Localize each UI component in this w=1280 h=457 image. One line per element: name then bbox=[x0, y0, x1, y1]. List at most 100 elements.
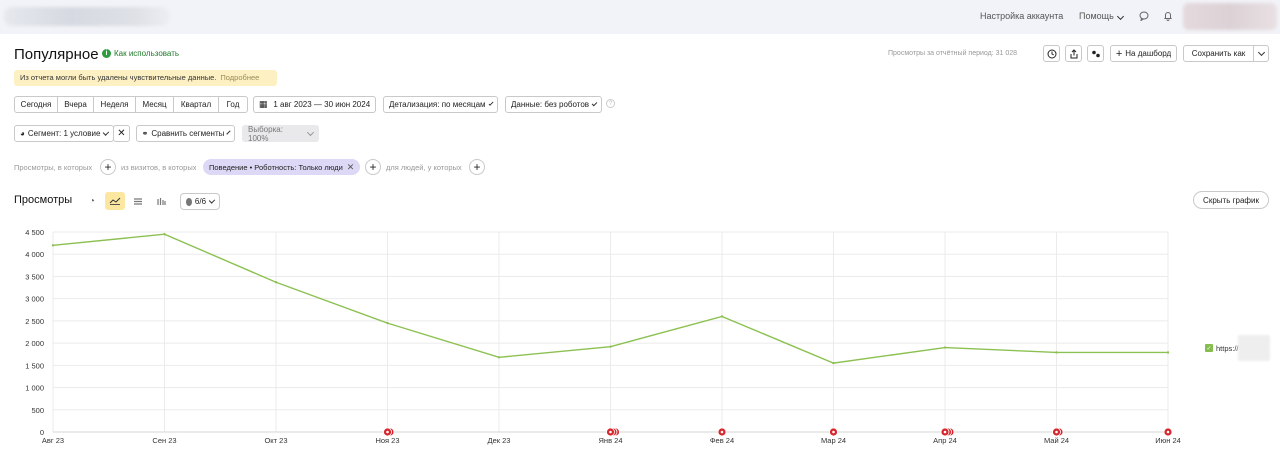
segment-dropdown[interactable]: ◕ Сегмент: 1 условие bbox=[14, 125, 114, 142]
chevron-down-icon bbox=[307, 128, 315, 136]
x-tick-label: Мар 24 bbox=[821, 436, 846, 445]
help-icon[interactable]: ? bbox=[606, 99, 615, 108]
segments-icon: ⚭ bbox=[141, 129, 149, 138]
share-icon bbox=[1070, 48, 1077, 58]
x-tick-label: Авг 23 bbox=[42, 436, 64, 445]
detail-label: Детализация: по месяцам bbox=[389, 100, 486, 109]
y-tick-label: 2 000 bbox=[25, 339, 44, 348]
sensitive-data-warning: Из отчета могли быть удалены чувствитель… bbox=[14, 70, 277, 86]
series-point bbox=[943, 346, 947, 349]
views-period-total: Просмотры за отчётный период: 31 028 bbox=[888, 50, 1018, 57]
how-to-use-link[interactable]: i Как использовать bbox=[102, 49, 179, 58]
to-dashboard-label: На дашборд bbox=[1125, 49, 1172, 58]
annotation-marker-dot bbox=[832, 430, 835, 434]
save-as-dropdown[interactable] bbox=[1253, 46, 1268, 61]
sample-label: Выборка: 100% bbox=[248, 124, 283, 143]
avatar[interactable] bbox=[1183, 3, 1277, 30]
x-tick-label: Фев 24 bbox=[710, 436, 734, 445]
data-mode-dropdown[interactable]: Данные: без роботов bbox=[505, 96, 602, 113]
segment-clear-button[interactable]: ✕ bbox=[113, 125, 130, 142]
add-views-filter-button[interactable]: + bbox=[100, 159, 116, 175]
series-point bbox=[1055, 351, 1058, 354]
date-range-label: 1 авг 2023 — 30 июн 2024 bbox=[273, 100, 371, 109]
period-week[interactable]: Неделя bbox=[94, 97, 136, 112]
metrics-icon bbox=[186, 197, 192, 206]
x-tick-label: Июн 24 bbox=[1155, 436, 1181, 445]
chevron-down-icon bbox=[226, 129, 231, 135]
clock-icon bbox=[1047, 49, 1056, 58]
metrics-selector[interactable]: 6/6 bbox=[180, 193, 220, 210]
period-today[interactable]: Сегодня bbox=[15, 97, 58, 112]
add-people-filter-button[interactable]: + bbox=[469, 159, 485, 175]
y-tick-label: 3 000 bbox=[25, 295, 44, 304]
page-title: Популярное bbox=[14, 46, 99, 63]
save-as-button[interactable]: Сохранить как bbox=[1183, 45, 1269, 62]
metrics-count: 6/6 bbox=[194, 197, 207, 206]
legend-checkbox[interactable]: ✓ bbox=[1205, 344, 1213, 352]
account-settings-link[interactable]: Настройка аккаунта bbox=[980, 11, 1063, 21]
series-point bbox=[832, 361, 835, 365]
plus-icon: + bbox=[1115, 47, 1123, 60]
annotation-marker-dot bbox=[1055, 430, 1058, 434]
y-tick-label: 3 500 bbox=[25, 272, 44, 281]
detail-dropdown[interactable]: Детализация: по месяцам bbox=[383, 96, 498, 113]
series-point bbox=[386, 321, 389, 325]
to-dashboard-button[interactable]: + На дашборд bbox=[1110, 45, 1177, 62]
robotness-filter-chip[interactable]: Поведение • Роботность: Только люди ✕ bbox=[203, 159, 361, 175]
info-icon: i bbox=[102, 49, 111, 58]
x-tick-label: Янв 24 bbox=[599, 436, 623, 445]
bell-icon[interactable] bbox=[1161, 9, 1175, 23]
chart-title: Просмотры bbox=[14, 194, 73, 206]
legend-series-label: https:// bbox=[1216, 343, 1239, 353]
x-tick-label: Апр 24 bbox=[933, 436, 957, 445]
warning-text: Из отчета могли быть удалены чувствитель… bbox=[20, 73, 217, 82]
period-quarter[interactable]: Квартал bbox=[174, 97, 219, 112]
period-selector: Сегодня Вчера Неделя Месяц Квартал Год bbox=[14, 96, 248, 113]
y-tick-label: 1 000 bbox=[25, 384, 44, 393]
sample-dropdown[interactable]: Выборка: 100% bbox=[242, 124, 319, 143]
y-tick-label: 4 000 bbox=[25, 250, 44, 259]
series-point bbox=[497, 356, 501, 359]
series-point bbox=[720, 315, 724, 318]
how-to-use-label: Как использовать bbox=[114, 49, 180, 58]
period-month[interactable]: Месяц bbox=[136, 97, 174, 112]
chevron-down-icon bbox=[1116, 12, 1124, 21]
area-chart-icon[interactable] bbox=[128, 192, 148, 210]
series-point bbox=[163, 233, 166, 236]
top-bar: Настройка аккаунта Помощь bbox=[0, 0, 1280, 34]
date-range-picker[interactable]: ▦ 1 авг 2023 — 30 июн 2024 bbox=[253, 96, 376, 113]
pie-chart-icon[interactable]: ◔ bbox=[82, 192, 102, 210]
annotation-marker-dot bbox=[1166, 430, 1170, 434]
x-tick-label: Ноя 23 bbox=[375, 436, 399, 445]
settings-button[interactable] bbox=[1087, 45, 1104, 62]
close-icon[interactable]: ✕ bbox=[347, 162, 355, 173]
chevron-down-icon bbox=[208, 196, 216, 204]
x-tick-label: Дек 23 bbox=[488, 436, 511, 445]
help-menu[interactable]: Помощь bbox=[1079, 11, 1124, 21]
warning-more-link[interactable]: Подробнее bbox=[220, 73, 259, 82]
bar-chart-icon[interactable] bbox=[151, 192, 171, 210]
series-point bbox=[274, 281, 278, 284]
compare-segments-label: Сравнить сегменты bbox=[151, 129, 225, 138]
help-label: Помощь bbox=[1079, 11, 1114, 21]
export-button[interactable] bbox=[1065, 45, 1082, 62]
hide-chart-button[interactable]: Скрыть график bbox=[1193, 191, 1269, 209]
line-chart-icon[interactable] bbox=[105, 192, 125, 210]
legend-series-redacted bbox=[1237, 335, 1270, 361]
period-yesterday[interactable]: Вчера bbox=[58, 97, 94, 112]
series-point bbox=[609, 345, 612, 348]
pie-icon: ◕ bbox=[20, 129, 25, 138]
chevron-down-icon bbox=[488, 100, 494, 106]
chat-icon[interactable] bbox=[1137, 9, 1151, 23]
logo[interactable] bbox=[4, 7, 170, 26]
add-visits-filter-button[interactable]: + bbox=[365, 159, 381, 175]
y-tick-label: 1 500 bbox=[25, 361, 44, 370]
robotness-filter-label: Поведение • Роботность: Только люди bbox=[209, 162, 343, 172]
annotation-marker-dot bbox=[386, 430, 389, 434]
segment-label: Сегмент: 1 условие bbox=[27, 129, 101, 138]
period-year[interactable]: Год bbox=[219, 97, 247, 112]
views-line-chart: 05001 0001 5002 0002 5003 0003 5004 0004… bbox=[25, 228, 1181, 445]
views-filter-label: Просмотры, в которых bbox=[14, 163, 93, 172]
compare-segments-dropdown[interactable]: ⚭ Сравнить сегменты bbox=[136, 125, 235, 142]
history-button[interactable] bbox=[1043, 45, 1060, 62]
